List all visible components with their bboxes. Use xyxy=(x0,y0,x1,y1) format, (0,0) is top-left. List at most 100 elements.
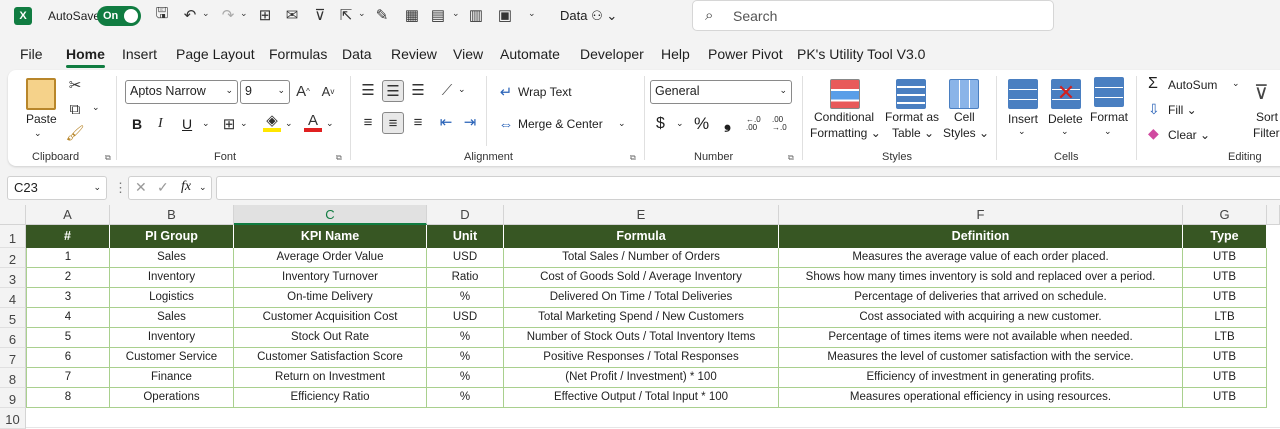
tab-review[interactable]: Review xyxy=(391,46,437,62)
borders-dropdown-icon[interactable]: ⌄ xyxy=(240,118,248,129)
format-as-table-button[interactable]: Format as xyxy=(885,110,939,124)
table-cell-formula[interactable]: Effective Output / Total Input * 100 xyxy=(504,388,779,408)
column-header-g[interactable]: G xyxy=(1183,205,1267,225)
table-cell-definition[interactable]: Measures the level of customer satisfact… xyxy=(779,348,1183,368)
format-button[interactable]: Format xyxy=(1090,110,1128,124)
conditional-formatting-icon[interactable] xyxy=(830,79,860,109)
underline-button[interactable]: U xyxy=(182,116,192,132)
row-header[interactable]: 2 xyxy=(0,248,26,268)
header-cell-formula[interactable]: Formula xyxy=(504,225,779,248)
table-cell-number[interactable]: 8 xyxy=(26,388,110,408)
clear-button[interactable]: Clear ⌄ xyxy=(1168,128,1210,142)
select-all-corner[interactable] xyxy=(0,205,26,225)
fill-color-dropdown-icon[interactable]: ⌄ xyxy=(285,118,293,129)
header-cell-pi-group[interactable]: PI Group xyxy=(110,225,234,248)
mail-icon[interactable]: ✉ xyxy=(282,5,302,25)
column-header-c[interactable]: C xyxy=(234,205,427,225)
wrap-text-button[interactable]: Wrap Text xyxy=(518,85,572,99)
decrease-font-icon[interactable]: Av xyxy=(318,80,338,102)
table-cell-formula[interactable]: Total Sales / Number of Orders xyxy=(504,248,779,268)
clipboard-launcher-icon[interactable]: ⧉ xyxy=(105,153,111,163)
insert-dropdown-icon[interactable]: ⌄ xyxy=(1018,126,1026,137)
header-cell-unit[interactable]: Unit xyxy=(427,225,504,248)
table-cell-kpi-name[interactable]: Customer Satisfaction Score xyxy=(234,348,427,368)
header-cell-definition[interactable]: Definition xyxy=(779,225,1183,248)
table-cell-type[interactable]: UTB xyxy=(1183,288,1267,308)
table-cell-unit[interactable]: Ratio xyxy=(427,268,504,288)
table-cell-type[interactable]: UTB xyxy=(1183,268,1267,288)
table-cell-number[interactable]: 7 xyxy=(26,368,110,388)
column-header-a[interactable]: A xyxy=(26,205,110,225)
table-cell-kpi-name[interactable]: Efficiency Ratio xyxy=(234,388,427,408)
copy-dropdown-icon[interactable]: ⌄ xyxy=(92,102,100,113)
table-cell-pi-group[interactable]: Customer Service xyxy=(110,348,234,368)
filter-icon[interactable]: ⊽ xyxy=(310,5,330,25)
table-cell-unit[interactable]: USD xyxy=(427,308,504,328)
delete-cells-icon[interactable]: ✕ xyxy=(1051,79,1081,109)
format-dropdown-icon[interactable]: ⌄ xyxy=(1104,126,1112,137)
format-painter-icon[interactable]: 🖌 xyxy=(65,124,84,142)
autosum-dropdown-icon[interactable]: ⌄ xyxy=(1232,78,1240,89)
tab-help[interactable]: Help xyxy=(661,46,690,62)
align-right-icon[interactable]: ≡ xyxy=(408,112,428,132)
align-left-icon[interactable]: ≡ xyxy=(358,112,378,132)
table-cell-pi-group[interactable]: Operations xyxy=(110,388,234,408)
row-header[interactable]: 4 xyxy=(0,288,26,308)
paste-icon[interactable] xyxy=(26,78,56,110)
tab-power-pivot[interactable]: Power Pivot xyxy=(708,46,783,62)
format-as-table-label2[interactable]: Table ⌄ xyxy=(892,126,934,140)
font-color-icon[interactable]: A xyxy=(304,112,322,132)
column-header-b[interactable]: B xyxy=(110,205,234,225)
underline-dropdown-icon[interactable]: ⌄ xyxy=(202,118,210,129)
table-cell-type[interactable]: UTB xyxy=(1183,368,1267,388)
bold-button[interactable]: B xyxy=(132,116,142,132)
autosave-toggle[interactable]: On xyxy=(97,6,141,26)
increase-indent-icon[interactable]: ⇥ xyxy=(460,112,480,132)
table-cell-kpi-name[interactable]: Customer Acquisition Cost xyxy=(234,308,427,328)
number-format-select[interactable]: General ⌄ xyxy=(650,80,792,104)
table-cell-kpi-name[interactable]: On-time Delivery xyxy=(234,288,427,308)
conditional-formatting-label2[interactable]: Formatting ⌄ xyxy=(810,126,881,140)
empty-row[interactable] xyxy=(26,408,1280,428)
table-cell-pi-group[interactable]: Inventory xyxy=(110,328,234,348)
cut-icon[interactable]: ✂ xyxy=(66,76,84,94)
search-box[interactable]: ⌕ Search xyxy=(692,0,1054,31)
row-header[interactable]: 7 xyxy=(0,348,26,368)
cancel-icon[interactable]: ✕ xyxy=(135,179,147,196)
row-header[interactable]: 3 xyxy=(0,268,26,288)
table-cell-pi-group[interactable]: Sales xyxy=(110,308,234,328)
align-bottom-icon[interactable]: ☰ xyxy=(408,80,428,100)
row-header[interactable]: 1 xyxy=(0,225,26,248)
merge-dropdown-icon[interactable]: ⌄ xyxy=(618,118,626,129)
row-header[interactable]: 9 xyxy=(0,388,26,408)
tab-pk-utility-tool[interactable]: PK's Utility Tool V3.0 xyxy=(797,46,925,62)
table-cell-unit[interactable]: % xyxy=(427,328,504,348)
tab-formulas[interactable]: Formulas xyxy=(269,46,327,62)
table-cell-unit[interactable]: USD xyxy=(427,248,504,268)
table-cell-type[interactable]: UTB xyxy=(1183,388,1267,408)
font-color-dropdown-icon[interactable]: ⌄ xyxy=(326,118,334,129)
format-painter-quick-icon[interactable]: ✎ xyxy=(372,5,392,25)
table-cell-unit[interactable]: % xyxy=(427,348,504,368)
conditional-formatting-button[interactable]: Conditional xyxy=(814,110,874,124)
share-dropdown-icon[interactable]: ⌄ xyxy=(358,8,366,19)
table-cell-pi-group[interactable]: Sales xyxy=(110,248,234,268)
table-cell-unit[interactable]: % xyxy=(427,288,504,308)
table-cell-formula[interactable]: Delivered On Time / Total Deliveries xyxy=(504,288,779,308)
table-cell-number[interactable]: 3 xyxy=(26,288,110,308)
table-cell-pi-group[interactable]: Logistics xyxy=(110,288,234,308)
more-options-icon[interactable]: ⋮ xyxy=(114,180,127,196)
borders-icon[interactable]: ⊞ xyxy=(220,114,238,134)
sort-filter-button[interactable]: Sort xyxy=(1256,110,1278,124)
table-cell-definition[interactable]: Cost associated with acquiring a new cus… xyxy=(779,308,1183,328)
table-cell-number[interactable]: 5 xyxy=(26,328,110,348)
table-cell-kpi-name[interactable]: Stock Out Rate xyxy=(234,328,427,348)
table-cell-number[interactable]: 6 xyxy=(26,348,110,368)
tab-insert[interactable]: Insert xyxy=(122,46,157,62)
percent-button[interactable]: % xyxy=(694,114,709,134)
table-cell-number[interactable]: 4 xyxy=(26,308,110,328)
table-cell-type[interactable]: UTB xyxy=(1183,348,1267,368)
table-cell-kpi-name[interactable]: Return on Investment xyxy=(234,368,427,388)
sort-filter-label2[interactable]: Filter xyxy=(1253,126,1280,140)
fill-button[interactable]: Fill ⌄ xyxy=(1168,103,1197,117)
